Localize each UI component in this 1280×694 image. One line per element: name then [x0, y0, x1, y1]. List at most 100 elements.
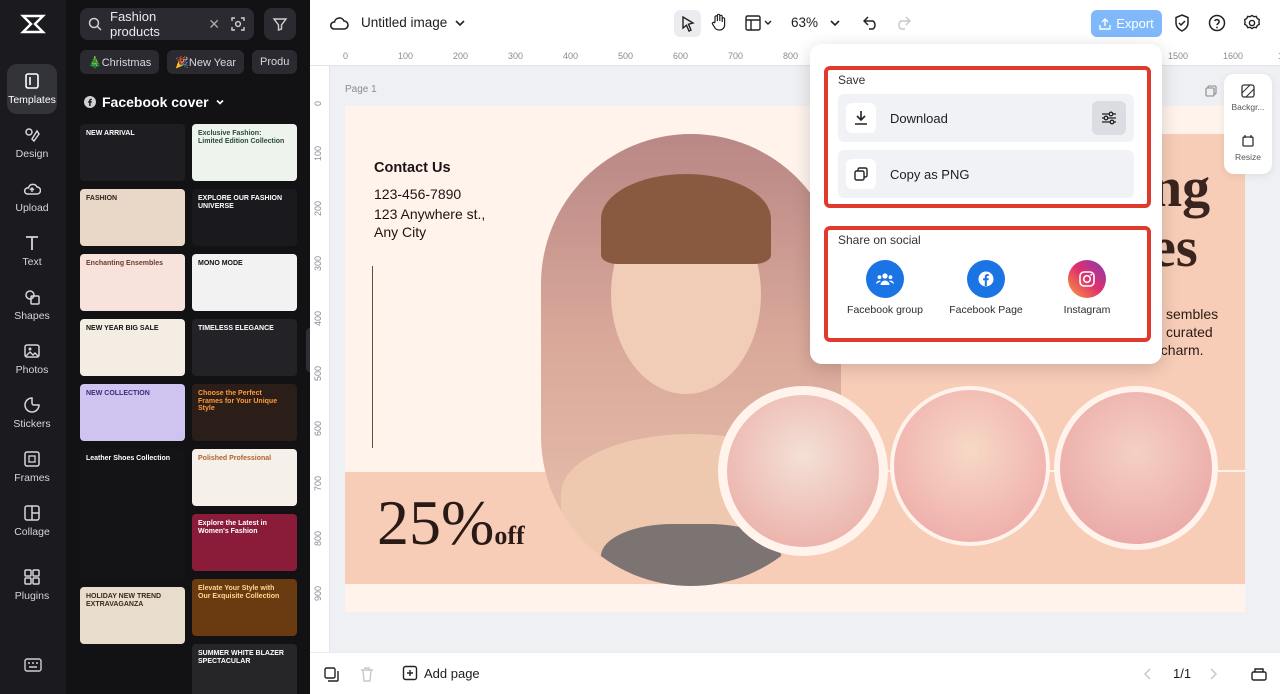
templates-icon	[25, 73, 39, 89]
rail-item-templates[interactable]: Templates	[7, 64, 57, 114]
redo-icon[interactable]	[894, 14, 912, 32]
template-thumbnail-title: EXPLORE OUR FASHION UNIVERSE	[198, 195, 283, 210]
title-chevron-down-icon[interactable]	[453, 16, 467, 30]
add-page-button[interactable]: Add page	[402, 665, 480, 681]
template-thumbnail-title: Exclusive Fashion: Limited Edition Colle…	[198, 130, 285, 145]
ruler-tick-label: 800	[313, 530, 323, 546]
rail-item-upload[interactable]: Upload	[7, 172, 57, 222]
cloud-save-icon[interactable]	[328, 13, 350, 33]
add-page-icon	[402, 665, 418, 681]
facebook-page-label: Facebook Page	[949, 304, 1023, 316]
facebook-group-share[interactable]: Facebook group	[845, 260, 925, 317]
template-thumbnail[interactable]: NEW COLLECTION	[80, 384, 185, 441]
template-thumbnail[interactable]: FASHION	[80, 189, 185, 246]
template-thumbnail-title: NEW COLLECTION	[86, 390, 150, 397]
template-thumbnail[interactable]: EXPLORE OUR FASHION UNIVERSE	[192, 189, 297, 246]
delete-icon[interactable]	[358, 665, 376, 683]
image-search-icon[interactable]	[230, 16, 246, 32]
template-thumbnail[interactable]: Enchanting Ensembles	[80, 254, 185, 311]
zoom-chevron-down-icon[interactable]	[828, 16, 842, 30]
rail-item-collage[interactable]: Collage	[7, 496, 57, 546]
template-thumbnail[interactable]: Explore the Latest in Women's Fashion	[192, 514, 297, 571]
prev-page-icon[interactable]	[1140, 665, 1156, 683]
app-root: Templates Design Upload Text Shapes Photos Sti…	[0, 0, 1280, 694]
rail-item-text[interactable]: Text	[7, 226, 57, 276]
rail-item-design[interactable]: Design	[7, 118, 57, 168]
facebook-page-icon	[967, 260, 1005, 298]
filter-button[interactable]	[264, 8, 296, 40]
download-option[interactable]: Download	[838, 94, 1134, 142]
rail-item-shapes[interactable]: Shapes	[7, 280, 57, 330]
help-icon[interactable]	[1207, 13, 1227, 33]
search-box[interactable]: Fashion products ✕	[80, 8, 254, 40]
download-label: Download	[890, 110, 948, 126]
template-thumbnail[interactable]: NEW YEAR BIG SALE	[80, 319, 185, 376]
category-chip[interactable]: Produ	[252, 50, 298, 74]
layout-dropdown[interactable]	[743, 12, 775, 34]
category-label: Facebook cover	[102, 94, 209, 110]
document-title[interactable]: Untitled image	[361, 15, 447, 30]
template-thumbnail[interactable]: Leather Shoes Collection	[80, 449, 185, 579]
template-thumbnail[interactable]: Elevate Your Style with Our Exquisite Co…	[192, 579, 297, 636]
search-input[interactable]: Fashion products	[110, 9, 208, 39]
template-thumbnail[interactable]: SUMMER WHITE BLAZER SPECTACULAR	[192, 644, 297, 694]
hand-tool-button[interactable]	[709, 11, 729, 33]
template-thumbnail-title: Enchanting Ensembles	[86, 260, 164, 267]
pages-panel-icon[interactable]	[1250, 665, 1268, 683]
template-thumbnail-title: Polished Professional	[198, 455, 272, 462]
resize-tool[interactable]: Resize	[1224, 134, 1272, 170]
category-chip[interactable]: 🎄Christmas	[80, 50, 160, 74]
duplicate-page-icon[interactable]	[1204, 84, 1218, 98]
keyboard-shortcuts-icon[interactable]	[22, 656, 44, 674]
rail-item-frames[interactable]: Frames	[7, 442, 57, 492]
template-thumbnail-title: NEW YEAR BIG SALE	[86, 325, 159, 332]
duplicate-icon[interactable]	[322, 665, 340, 683]
settings-gear-icon[interactable]	[1242, 13, 1262, 33]
photos-icon	[24, 344, 40, 358]
ruler-tick-label: 200	[453, 51, 469, 61]
ruler-tick-label: 500	[618, 51, 634, 61]
zoom-level[interactable]: 63%	[791, 15, 818, 30]
template-thumbnail-title: Leather Shoes Collection	[86, 455, 171, 462]
body-text-line1: sembles	[1166, 306, 1219, 322]
template-thumbnail[interactable]: HOLIDAY NEW TREND EXTRAVAGANZA	[80, 587, 185, 644]
ruler-tick-label: 1500	[1168, 51, 1189, 61]
template-thumbnail[interactable]: MONO MODE	[192, 254, 297, 311]
ruler-tick-label: 100	[398, 51, 414, 61]
capcut-logo[interactable]	[20, 12, 46, 36]
next-page-icon[interactable]	[1205, 665, 1221, 683]
category-header[interactable]: Facebook cover	[84, 94, 225, 110]
upload-icon	[23, 183, 41, 195]
instagram-share[interactable]: Instagram	[1047, 260, 1127, 317]
background-tool[interactable]: Backgr...	[1224, 84, 1272, 124]
ruler-tick-label: 900	[313, 585, 323, 601]
facebook-icon	[84, 96, 96, 108]
facebook-group-label: Facebook group	[847, 304, 923, 316]
ruler-tick-label: 0	[343, 51, 349, 61]
shield-icon[interactable]	[1172, 13, 1192, 33]
template-thumbnail[interactable]: Choose the Perfect Frames for Your Uniqu…	[192, 384, 297, 441]
download-settings-button[interactable]	[1092, 101, 1126, 135]
export-button[interactable]: Export	[1091, 10, 1162, 37]
template-thumbnail[interactable]: TIMELESS ELEGANCE	[192, 319, 297, 376]
discount-text: 25%off	[377, 486, 525, 560]
filter-icon	[272, 18, 288, 31]
rail-item-stickers[interactable]: Stickers	[7, 388, 57, 438]
rail-item-photos[interactable]: Photos	[7, 334, 57, 384]
template-thumbnail[interactable]: Polished Professional	[192, 449, 297, 506]
contact-phone: 123-456-7890	[374, 186, 462, 202]
category-chip[interactable]: 🎉New Year	[167, 50, 244, 74]
copy-png-option[interactable]: Copy as PNG	[838, 150, 1134, 198]
undo-icon[interactable]	[862, 14, 880, 32]
template-thumbnail[interactable]: NEW ARRIVAL	[80, 124, 185, 181]
select-tool-button[interactable]	[674, 10, 701, 37]
template-thumbnail[interactable]: Exclusive Fashion: Limited Edition Colle…	[192, 124, 297, 181]
instagram-label: Instagram	[1063, 304, 1111, 316]
rail-item-plugins[interactable]: Plugins	[7, 560, 57, 610]
rail-item-label: Shapes	[14, 310, 50, 322]
bottom-bar: Add page 1/1	[310, 652, 1280, 694]
rail-item-label: Plugins	[14, 590, 50, 602]
facebook-page-share[interactable]: Facebook Page	[946, 260, 1026, 317]
body-text-line2: curated	[1166, 324, 1213, 340]
clear-icon[interactable]: ✕	[208, 16, 220, 33]
